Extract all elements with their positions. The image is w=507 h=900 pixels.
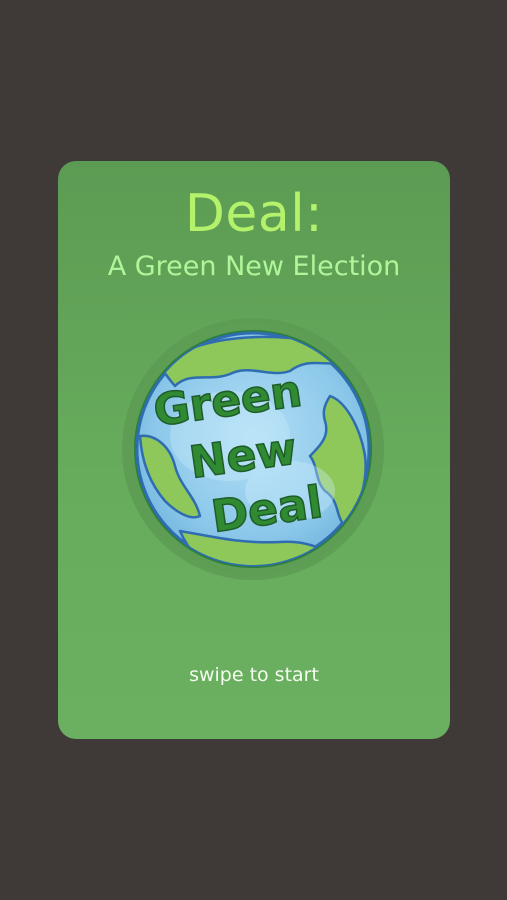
swipe-to-start-hint: swipe to start: [189, 664, 319, 686]
start-card[interactable]: Deal: A Green New Election Green New Dea…: [58, 161, 450, 739]
green-new-deal-logo: Green New Deal: [122, 318, 384, 580]
game-subtitle: A Green New Election: [107, 251, 401, 282]
start-screen: Deal: A Green New Election Green New Dea…: [0, 0, 507, 900]
game-title: Deal:: [184, 184, 324, 244]
